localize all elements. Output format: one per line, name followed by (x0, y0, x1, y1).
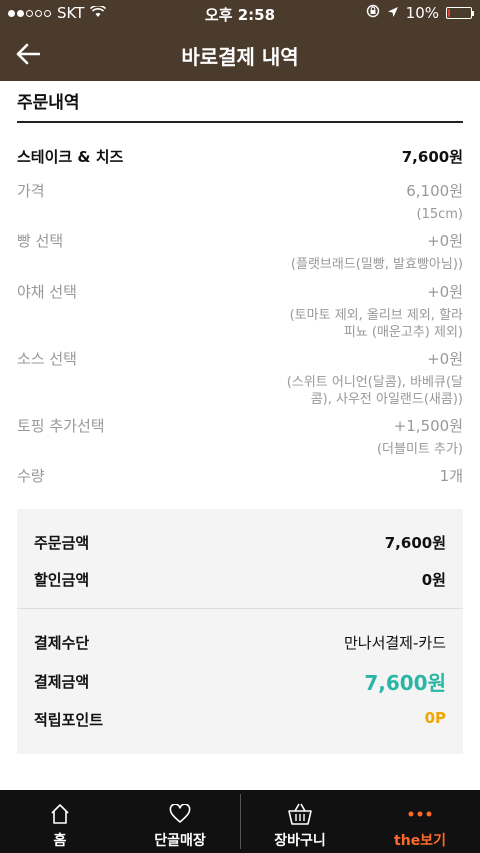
tab-label: 홈 (53, 833, 67, 849)
summary-row-payment-method: 결제수단 만나서결제-카드 (34, 632, 446, 653)
summary-label: 주문금액 (34, 534, 90, 552)
summary-value: 0원 (421, 571, 446, 589)
option-detail-line: (스위트 어니언(달콤), 바베큐(달 (286, 375, 463, 390)
summary-value: 만나서결제-카드 (343, 634, 446, 652)
tab-favorite-stores[interactable]: 단골매장 (120, 790, 240, 853)
heart-icon (169, 800, 191, 828)
basket-icon (287, 800, 313, 828)
option-label: 빵 선택 (17, 232, 64, 250)
option-label: 소스 선택 (17, 350, 77, 368)
payment-summary-box: 주문금액 7,600원 할인금액 0원 결제수단 만나서결제-카드 결제금액 7… (17, 509, 463, 754)
summary-row-order-amount: 주문금액 7,600원 (34, 532, 446, 553)
tab-label: the보기 (394, 833, 446, 849)
order-section-title: 주문내역 (17, 93, 80, 113)
orientation-lock-icon (366, 4, 380, 22)
location-icon (387, 4, 399, 22)
app-header: 바로결제 내역 (0, 26, 480, 81)
option-detail-line: 콤), 사우전 아일랜드(새콤)) (310, 392, 463, 407)
home-icon (49, 800, 71, 828)
option-label: 수량 (17, 467, 45, 485)
item-price: 7,600원 (401, 148, 463, 166)
summary-row-points: 적립포인트 0P (34, 709, 446, 730)
battery-icon (446, 7, 474, 19)
status-bar: SKT 오후 2:58 10% (0, 0, 480, 26)
tab-label: 단골매장 (154, 833, 206, 849)
option-row-sauce: 소스 선택 +0원 (스위트 어니언(달콤), 바베큐(달 콤), 사우전 아일… (17, 348, 463, 408)
summary-label: 할인금액 (34, 571, 90, 589)
summary-row-payment-amount: 결제금액 7,600원 (34, 667, 446, 696)
option-row-price: 가격 6,100원 (15cm) (17, 180, 463, 223)
option-value: +0원 (427, 283, 463, 301)
item-name: 스테이크 & 치즈 (17, 148, 124, 166)
option-value: 6,100원 (406, 182, 463, 200)
tab-label: 장바구니 (274, 833, 326, 849)
option-row-topping: 토핑 추가선택 +1,500원 (더블미트 추가) (17, 415, 463, 458)
option-detail: (15cm) (416, 207, 464, 222)
battery-level (448, 9, 450, 17)
summary-label: 결제금액 (34, 673, 90, 691)
option-detail-line: (토마토 제외, 올리브 제외, 할라 (289, 308, 463, 323)
option-detail: (플랫브래드(밀빵, 발효빵아님)) (290, 257, 463, 272)
option-label: 토핑 추가선택 (17, 417, 105, 435)
bottom-nav: 홈 단골매장 장바구니 the보기 (0, 790, 480, 853)
option-row-bread: 빵 선택 +0원 (플랫브래드(밀빵, 발효빵아님)) (17, 230, 463, 273)
points-value: 0P (424, 709, 446, 727)
section-divider (17, 121, 463, 123)
battery-percent: 10% (405, 4, 439, 22)
tab-home[interactable]: 홈 (0, 790, 120, 853)
tab-cart[interactable]: 장바구니 (240, 790, 360, 853)
option-row-vegetable: 야채 선택 +0원 (토마토 제외, 올리브 제외, 할라 피뇨 (매운고추) … (17, 281, 463, 341)
tab-more[interactable]: the보기 (360, 790, 480, 853)
option-detail: (토마토 제외, 올리브 제외, 할라 피뇨 (매운고추) 제외) (290, 307, 463, 341)
option-value: +0원 (427, 232, 463, 250)
option-detail-line: 피뇨 (매운고추) 제외) (343, 325, 463, 340)
page-title: 바로결제 내역 (181, 45, 299, 69)
summary-divider (17, 608, 463, 609)
option-detail: (스위트 어니언(달콤), 바베큐(달 콤), 사우전 아일랜드(새콤)) (287, 374, 463, 408)
option-label: 야채 선택 (17, 283, 77, 301)
option-value: +0원 (427, 350, 463, 368)
status-right: 10% (366, 0, 474, 26)
summary-value: 7,600원 (384, 534, 446, 552)
payment-amount-value: 7,600원 (364, 671, 446, 695)
summary-label: 결제수단 (34, 634, 90, 652)
summary-row-discount: 할인금액 0원 (34, 569, 446, 590)
summary-label: 적립포인트 (34, 711, 104, 729)
option-value: +1,500원 (393, 417, 463, 435)
more-dots-icon (407, 800, 433, 828)
order-item-header: 스테이크 & 치즈 7,600원 (17, 146, 463, 167)
option-detail: (더블미트 추가) (376, 442, 463, 457)
option-row-quantity: 수량 1개 (17, 465, 463, 486)
option-value: 1개 (439, 467, 463, 485)
option-label: 가격 (17, 182, 45, 200)
